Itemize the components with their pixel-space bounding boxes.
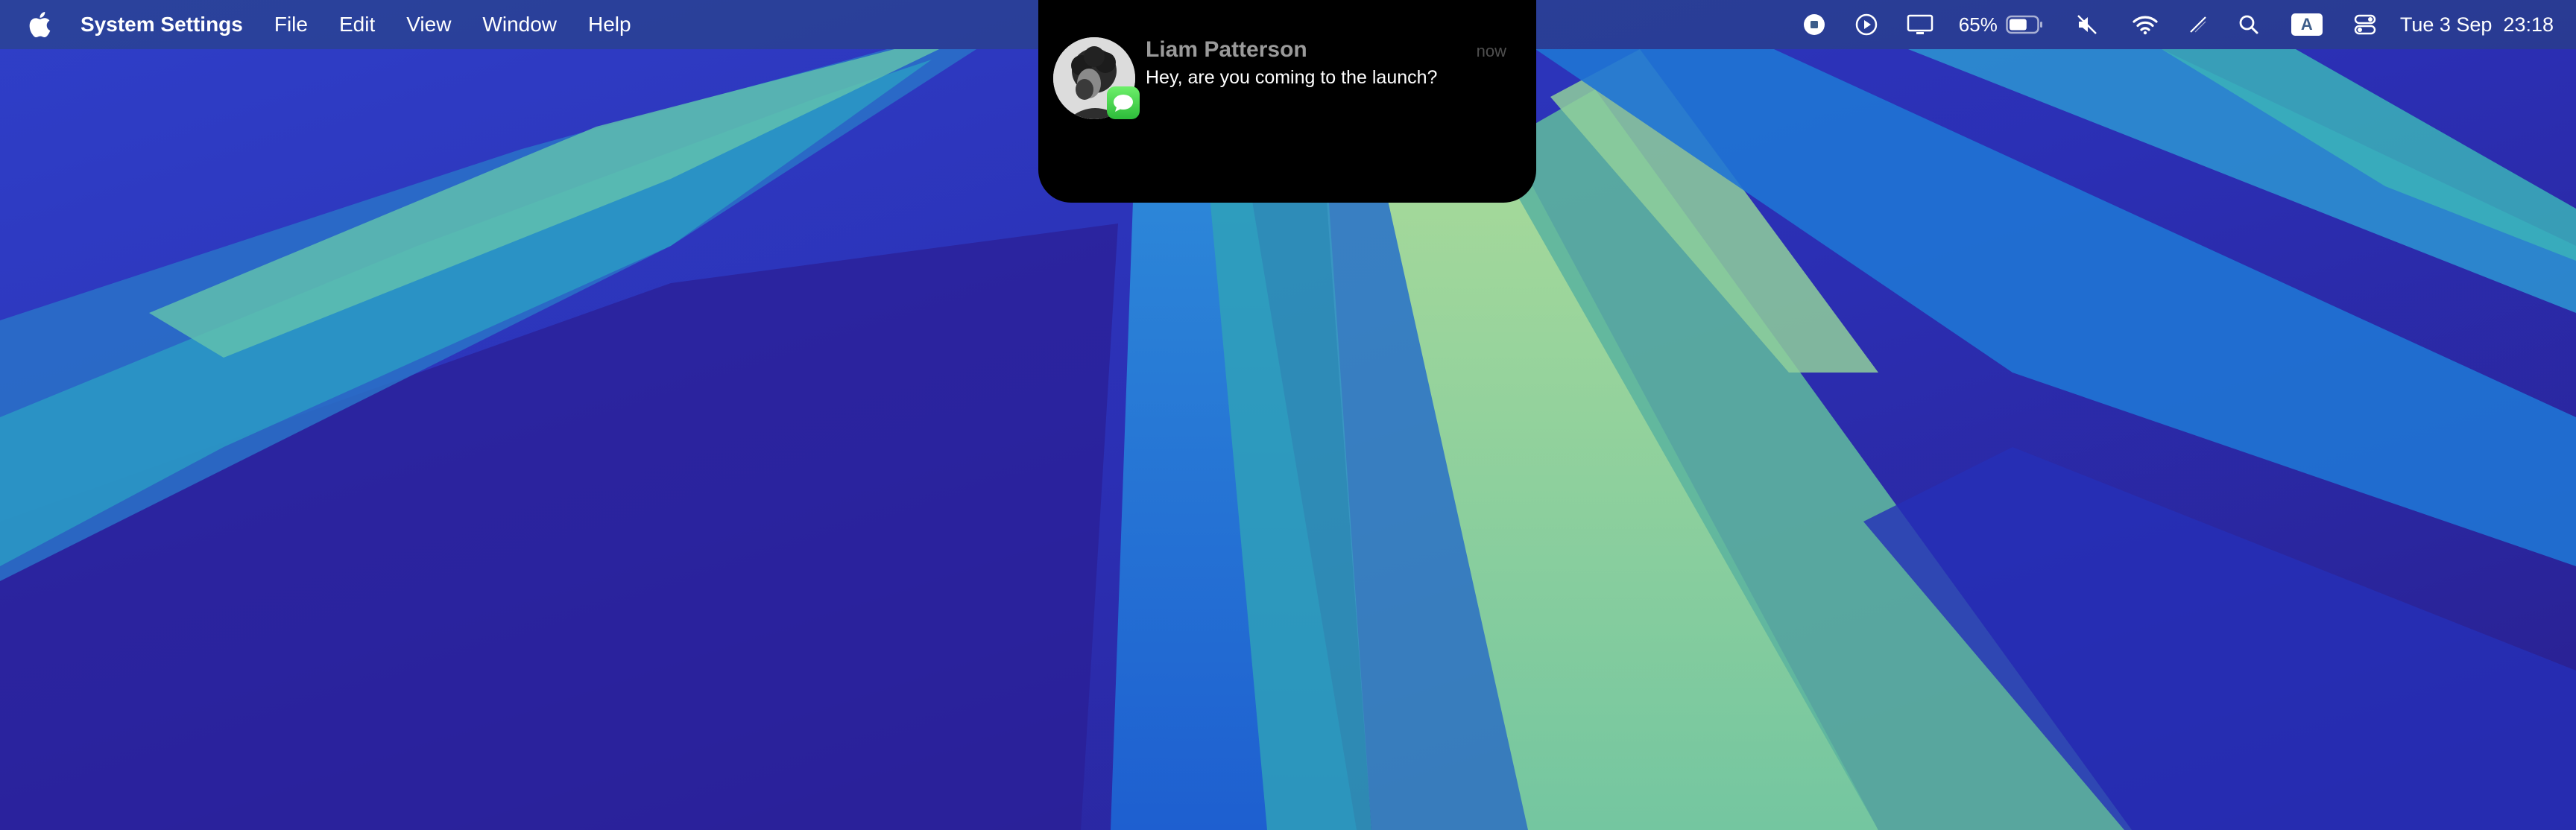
menu-help[interactable]: Help bbox=[588, 0, 631, 49]
message-notification[interactable]: Liam Patterson now Hey, are you coming t… bbox=[1038, 0, 1536, 203]
pencil-slash-icon[interactable] bbox=[2185, 0, 2211, 49]
apple-logo-icon[interactable] bbox=[27, 10, 52, 39]
play-circle-icon[interactable] bbox=[1853, 0, 1880, 49]
notification-sender: Liam Patterson bbox=[1146, 37, 1307, 62]
display-icon[interactable] bbox=[1905, 0, 1935, 49]
menu-view[interactable]: View bbox=[406, 0, 451, 49]
menu-bar-left: System Settings File Edit View Window He… bbox=[0, 0, 663, 49]
spotlight-search-icon[interactable] bbox=[2236, 0, 2261, 49]
notification-message: Hey, are you coming to the launch? bbox=[1146, 67, 1438, 88]
input-source-indicator[interactable]: A bbox=[2291, 0, 2323, 49]
menu-bar-status: 65% A Tue 3 Sep 23:18 bbox=[1801, 0, 2554, 49]
menu-edit[interactable]: Edit bbox=[339, 0, 375, 49]
desktop: System Settings File Edit View Window He… bbox=[0, 0, 2576, 830]
menu-app-name[interactable]: System Settings bbox=[80, 0, 243, 49]
battery-icon[interactable] bbox=[2005, 0, 2044, 49]
messages-app-icon bbox=[1107, 86, 1140, 119]
input-source-label: A bbox=[2300, 15, 2313, 34]
notification-time: now bbox=[1476, 42, 1506, 60]
battery-percent: 65% bbox=[1958, 13, 1998, 36]
menu-file[interactable]: File bbox=[274, 0, 308, 49]
stop-recording-icon[interactable] bbox=[1801, 0, 1828, 49]
control-center-icon[interactable] bbox=[2352, 0, 2378, 49]
wifi-icon[interactable] bbox=[2130, 0, 2160, 49]
menu-window[interactable]: Window bbox=[482, 0, 557, 49]
speaker-muted-icon[interactable] bbox=[2074, 0, 2100, 49]
menu-bar-clock[interactable]: Tue 3 Sep 23:18 bbox=[2400, 0, 2554, 49]
